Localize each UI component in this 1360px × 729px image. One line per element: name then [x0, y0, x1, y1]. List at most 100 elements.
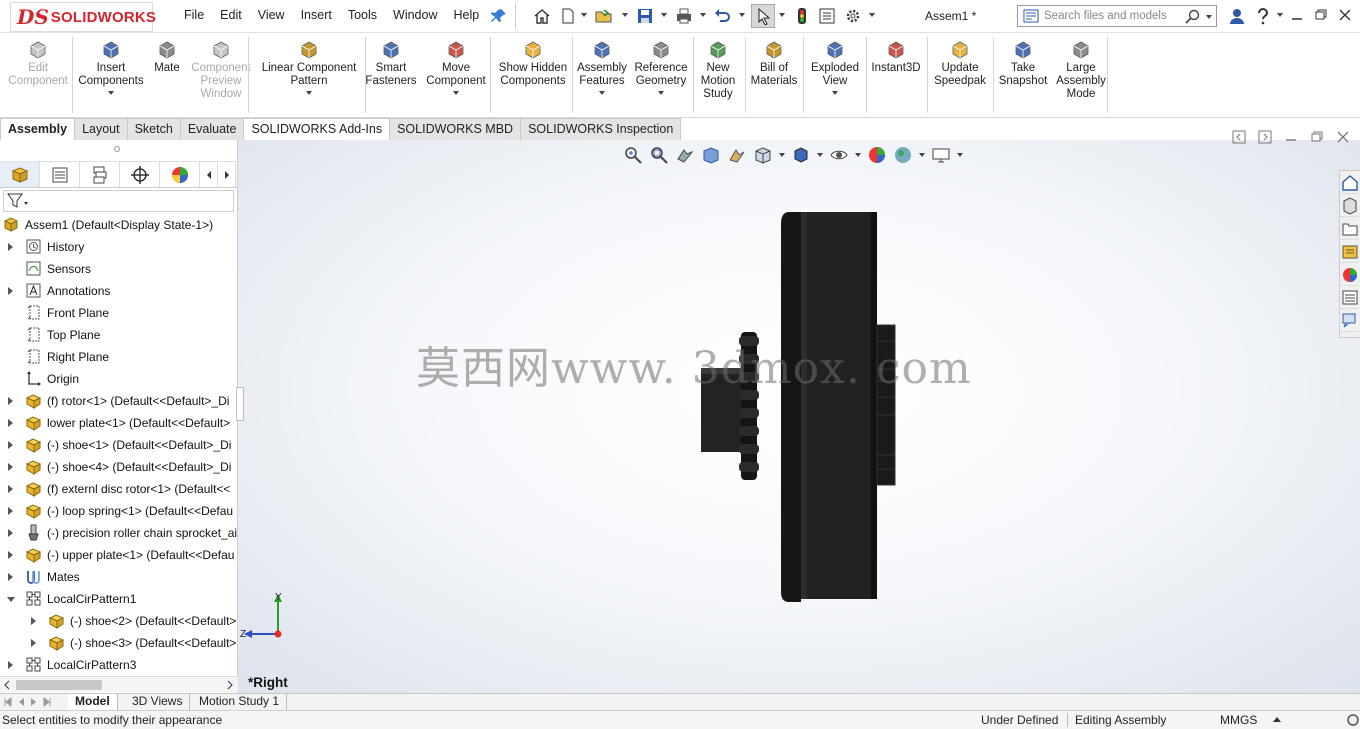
new-motion-study-button[interactable]: New Motion Study — [693, 39, 743, 101]
new-document-icon[interactable] — [559, 7, 577, 25]
dropdown-arrow-icon[interactable] — [306, 91, 312, 95]
save-icon[interactable] — [636, 7, 654, 25]
tab-layout[interactable]: Layout — [74, 118, 128, 140]
expand-arrow-icon[interactable] — [8, 287, 13, 295]
show-hidden-components-button[interactable]: Show Hidden Components — [496, 39, 571, 88]
dropdown-arrow-icon[interactable] — [453, 91, 459, 95]
search-icon[interactable] — [1185, 9, 1200, 24]
bill-of-materials-button[interactable]: Bill of Materials — [744, 39, 804, 88]
unit-system[interactable]: MMGS — [1220, 713, 1257, 727]
instant3d-button[interactable]: Instant3D — [866, 39, 926, 75]
tree-node[interactable]: (f) rotor<1> (Default<<Default>_Di — [0, 390, 237, 412]
tree-node[interactable]: (-) shoe<1> (Default<<Default>_Di — [0, 434, 237, 456]
dynamic-annotation-view-icon[interactable] — [727, 145, 747, 165]
graphics-area[interactable]: 莫西网www. 3dmox. com Y Z *Right — [238, 130, 1360, 693]
display-style-icon[interactable] — [791, 145, 811, 165]
menu-insert[interactable]: Insert — [293, 8, 340, 22]
horizontal-scrollbar[interactable] — [0, 676, 238, 692]
feature-manager-tab[interactable] — [0, 162, 40, 187]
dropdown-arrow-icon[interactable] — [599, 91, 605, 95]
configuration-manager-tab[interactable] — [80, 162, 120, 187]
doc-close-icon[interactable] — [1336, 130, 1350, 144]
tree-node[interactable]: (-) shoe<4> (Default<<Default>_Di — [0, 456, 237, 478]
units-up-arrow-icon[interactable] — [1273, 716, 1281, 722]
first-tab-icon[interactable] — [2, 696, 14, 708]
tree-node[interactable]: (-) shoe<3> (Default<<Default> — [0, 632, 237, 654]
task-pane-custom-properties[interactable] — [1340, 286, 1359, 309]
view-orientation-icon[interactable] — [753, 145, 773, 165]
tree-filter[interactable] — [3, 190, 234, 212]
task-pane-home[interactable] — [1340, 171, 1359, 194]
dropdown-arrow-icon[interactable] — [832, 91, 838, 95]
tab-scroll-left[interactable] — [200, 162, 218, 187]
mate-button[interactable]: Mate — [147, 39, 187, 75]
solidworks-logo[interactable]: DS SOLIDWORKS — [10, 2, 156, 32]
move-component-button[interactable]: Move Component — [421, 39, 491, 95]
tree-node[interactable]: Origin — [0, 368, 237, 390]
tree-node[interactable]: lower plate<1> (Default<<Default> — [0, 412, 237, 434]
expand-arrow-icon[interactable] — [8, 573, 13, 581]
expand-arrow-icon[interactable] — [8, 529, 13, 537]
expand-arrow-icon[interactable] — [8, 397, 13, 405]
expand-arrow-icon[interactable] — [8, 661, 13, 669]
scrollbar-thumb[interactable] — [16, 680, 102, 690]
expand-arrow-icon[interactable] — [31, 617, 36, 625]
dimxpert-manager-tab[interactable] — [120, 162, 160, 187]
task-pane-appearances[interactable] — [1340, 263, 1359, 286]
home-icon[interactable] — [533, 7, 551, 25]
apply-scene-icon[interactable] — [893, 145, 913, 165]
tab-evaluate[interactable]: Evaluate — [179, 118, 245, 140]
panel-collapse-handle[interactable] — [236, 387, 244, 421]
expand-arrow-icon[interactable] — [8, 551, 13, 559]
tree-node[interactable]: Annotations — [0, 280, 237, 302]
panel-grip-icon[interactable] — [114, 146, 120, 152]
update-speedpak-button[interactable]: Update Speedpak — [930, 39, 990, 88]
view-settings-icon[interactable] — [931, 145, 951, 165]
minimize-icon[interactable] — [1290, 6, 1304, 24]
tab-solidworks-add-ins[interactable]: SOLIDWORKS Add-Ins — [243, 118, 391, 140]
tree-node[interactable]: (-) upper plate<1> (Default<<Defau — [0, 544, 237, 566]
file-properties-icon[interactable] — [818, 7, 836, 25]
tab-solidworks-inspection[interactable]: SOLIDWORKS Inspection — [520, 118, 682, 140]
doc-minimize-icon[interactable] — [1284, 130, 1298, 144]
scroll-left-icon[interactable] — [3, 680, 11, 690]
tree-node[interactable]: (-) shoe<2> (Default<<Default> — [0, 610, 237, 632]
tree-node[interactable]: (-) precision roller chain sprocket_ai — [0, 522, 237, 544]
zoom-to-fit-icon[interactable] — [623, 145, 643, 165]
expand-arrow-icon[interactable] — [8, 485, 13, 493]
next-tab-icon[interactable] — [28, 696, 40, 708]
tree-node[interactable]: History — [0, 236, 237, 258]
tree-node[interactable]: (-) loop spring<1> (Default<<Defau — [0, 500, 237, 522]
task-pane-view-palette[interactable] — [1340, 240, 1359, 263]
tab-sketch[interactable]: Sketch — [126, 118, 181, 140]
tree-node[interactable]: Right Plane — [0, 346, 237, 368]
tree-node[interactable]: (f) externl disc rotor<1> (Default<< — [0, 478, 237, 500]
open-folder-icon[interactable] — [595, 7, 613, 25]
expand-arrow-icon[interactable] — [8, 463, 13, 471]
tree-node[interactable]: Sensors — [0, 258, 237, 280]
dropdown-arrow-icon[interactable] — [658, 91, 664, 95]
linear-component-pattern-button[interactable]: Linear Component Pattern — [254, 39, 364, 95]
section-view-icon[interactable] — [701, 145, 721, 165]
menu-file[interactable]: File — [176, 8, 212, 22]
previous-view-icon[interactable] — [675, 145, 695, 165]
menu-tools[interactable]: Tools — [340, 8, 385, 22]
tab-solidworks-mbd[interactable]: SOLIDWORKS MBD — [389, 118, 522, 140]
smart-fasteners-button[interactable]: Smart Fasteners — [361, 39, 421, 88]
tree-node[interactable]: LocalCirPattern1 — [0, 588, 237, 610]
last-tab-icon[interactable] — [41, 696, 53, 708]
expand-arrow-icon[interactable] — [8, 441, 13, 449]
previous-document-icon[interactable] — [1232, 130, 1246, 144]
help-icon[interactable] — [1254, 7, 1272, 25]
tree-node[interactable]: LocalCirPattern3 — [0, 654, 237, 676]
expand-arrow-icon[interactable] — [8, 243, 13, 251]
collapse-arrow-icon[interactable] — [7, 597, 15, 602]
large-assembly-mode-button[interactable]: Large Assembly Mode — [1051, 39, 1111, 101]
print-icon[interactable] — [675, 7, 693, 25]
menu-view[interactable]: View — [250, 8, 293, 22]
doc-restore-icon[interactable] — [1310, 130, 1324, 144]
tree-node[interactable]: Top Plane — [0, 324, 237, 346]
task-pane-file-explorer[interactable] — [1340, 217, 1359, 240]
expand-arrow-icon[interactable] — [31, 639, 36, 647]
tree-node[interactable]: Front Plane — [0, 302, 237, 324]
